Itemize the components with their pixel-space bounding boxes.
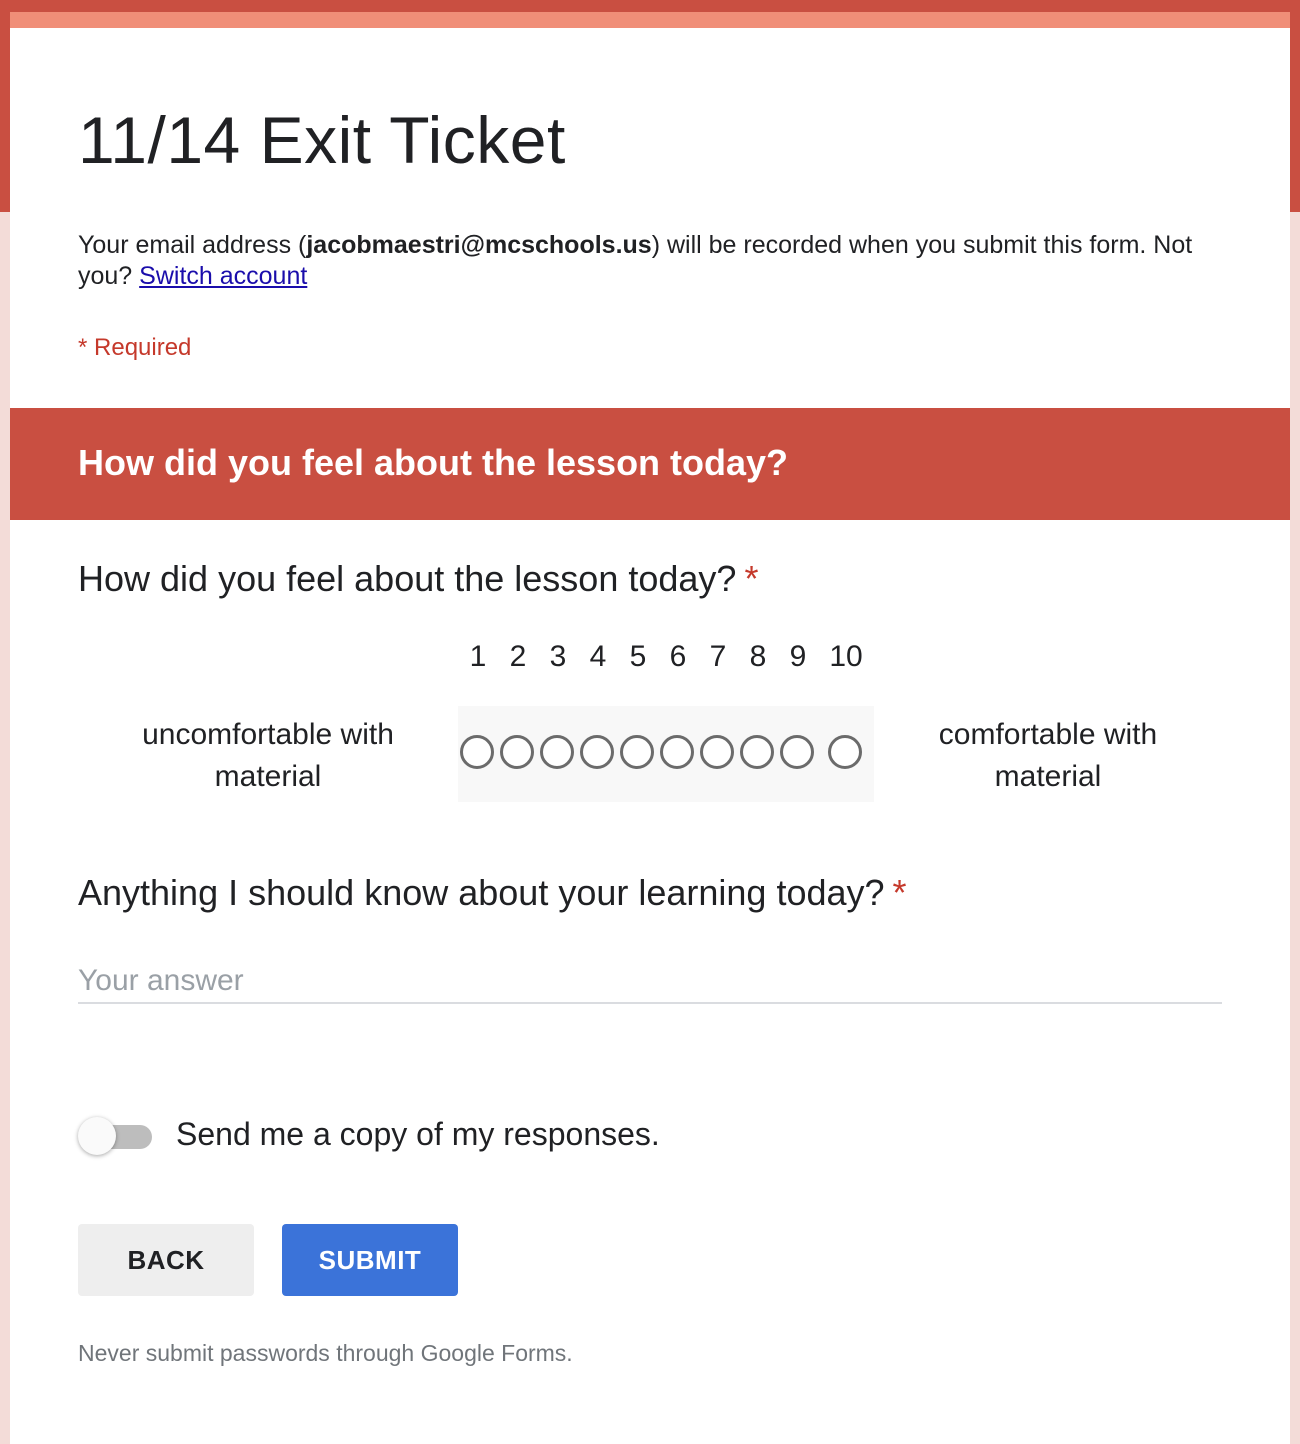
scale-radio-1[interactable] — [460, 735, 494, 769]
required-note: * Required — [78, 334, 192, 361]
email-prefix: Your email address ( — [78, 231, 307, 259]
scale-number: 4 — [589, 640, 607, 673]
card-accent-bar — [10, 12, 1290, 28]
required-asterisk: * — [892, 872, 907, 913]
short-answer-input[interactable] — [78, 960, 1222, 1004]
section-title: How did you feel about the lesson today? — [78, 442, 789, 483]
scale-radio-2[interactable] — [500, 735, 534, 769]
switch-account-link[interactable]: Switch account — [139, 262, 307, 290]
toggle-thumb — [78, 1117, 116, 1155]
required-asterisk: * — [744, 558, 759, 599]
section-header: How did you feel about the lesson today? — [10, 408, 1290, 520]
send-copy-toggle[interactable] — [78, 1117, 154, 1155]
question-title: How did you feel about the lesson today?… — [78, 558, 758, 600]
scale-number: 9 — [789, 640, 807, 673]
scale-low-label: uncomfortable with material — [142, 718, 394, 793]
question-text: How did you feel about the lesson today? — [78, 558, 737, 599]
scale-high-label: comfortable with material — [938, 718, 1158, 793]
form-card: 11/14 Exit Ticket Your email address (ja… — [10, 12, 1290, 1444]
scale-number: 8 — [749, 640, 767, 673]
scale-radio-group — [458, 706, 874, 802]
submit-button[interactable]: SUBMIT — [282, 1224, 458, 1296]
email-notice: Your email address (jacobmaestri@mcschoo… — [78, 230, 1228, 292]
scale-number: 2 — [509, 640, 527, 673]
scale-radio-7[interactable] — [700, 735, 734, 769]
question-title: Anything I should know about your learni… — [78, 872, 907, 914]
question-text: Anything I should know about your learni… — [78, 872, 885, 913]
scale-number: 6 — [669, 640, 687, 673]
scale-radio-3[interactable] — [540, 735, 574, 769]
password-warning: Never submit passwords through Google Fo… — [78, 1340, 573, 1366]
scale-number: 1 — [469, 640, 487, 673]
scale-radio-10[interactable] — [828, 735, 862, 769]
form-title: 11/14 Exit Ticket — [78, 103, 566, 177]
send-copy-label: Send me a copy of my responses. — [176, 1116, 660, 1152]
scale-number: 7 — [709, 640, 727, 673]
scale-number: 10 — [829, 640, 863, 673]
scale-radio-4[interactable] — [580, 735, 614, 769]
scale-radio-6[interactable] — [660, 735, 694, 769]
scale-radio-5[interactable] — [620, 735, 654, 769]
back-button[interactable]: BACK — [78, 1224, 254, 1296]
scale-number: 3 — [549, 640, 567, 673]
scale-radio-9[interactable] — [780, 735, 814, 769]
email-address: jacobmaestri@mcschools.us — [306, 231, 652, 259]
scale-number: 5 — [629, 640, 647, 673]
scale-radio-8[interactable] — [740, 735, 774, 769]
